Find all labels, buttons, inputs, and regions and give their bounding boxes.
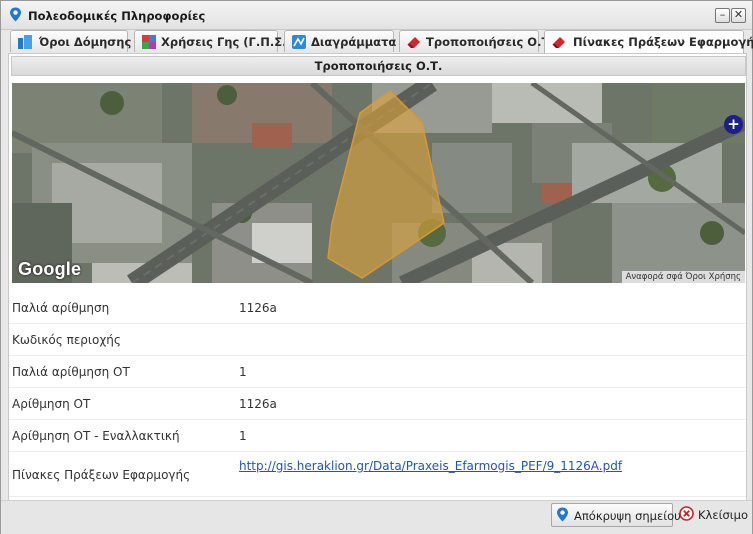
eraser-icon	[552, 35, 566, 49]
map-view[interactable]: + Google Αναφορά σφά Όροι Χρήσης	[12, 83, 745, 283]
tab-diagrams[interactable]: Διαγράμματα	[284, 30, 397, 52]
tab-bar: Όροι Δόμησης Χρήσεις Γης (Γ.Π.Σ.) Διαγρά…	[1, 30, 753, 53]
field-value: 1	[239, 365, 247, 379]
tab-building-terms[interactable]: Όροι Δόμησης	[10, 30, 132, 52]
field-value: http://gis.heraklion.gr/Data/Praxeis_Efa…	[239, 459, 622, 473]
section-title: Τροποποιήσεις Ο.Τ.	[11, 56, 746, 76]
close-window-button[interactable]: ✕	[731, 8, 746, 23]
field-label: Πίνακες Πράξεων Εφαρμογής	[12, 468, 191, 482]
details-table: Παλιά αρίθμηση 1126a Κωδικός περιοχής Πα…	[9, 292, 746, 497]
tab-label: Τροποποιήσεις Ο.Τ.	[426, 35, 554, 49]
info-window: Πολεοδομικές Πληροφορίες – ✕ Όροι Δόμηση…	[0, 0, 753, 534]
tab-label: Διαγράμματα	[311, 35, 397, 49]
location-pin-icon	[556, 507, 569, 525]
eraser-icon	[407, 35, 421, 49]
field-label: Παλιά αρίθμηση	[12, 301, 110, 315]
close-circle-icon	[679, 506, 694, 524]
map-add-button[interactable]: +	[724, 115, 743, 134]
field-value: 1126a	[239, 301, 277, 315]
button-label: Κλείσιμο	[698, 508, 748, 522]
minimize-button[interactable]: –	[715, 8, 730, 23]
tab-content-panel: Τροποποιήσεις Ο.Τ. + Google Αναφορά σφά …	[8, 53, 747, 501]
field-value: 1	[239, 429, 247, 443]
table-row: Πίνακες Πράξεων Εφαρμογής http://gis.her…	[9, 452, 746, 497]
google-logo: Google	[18, 259, 82, 279]
hide-marker-button[interactable]: Απόκρυψη σημείου	[551, 503, 681, 527]
table-row: Κωδικός περιοχής	[9, 324, 746, 356]
building-terms-icon	[18, 35, 32, 49]
location-pin-icon	[9, 7, 22, 25]
field-label: Αρίθμηση ΟΤ - Εναλλακτική	[12, 429, 180, 443]
window-title: Πολεοδομικές Πληροφορίες	[28, 9, 206, 23]
diagram-icon	[292, 35, 306, 49]
table-row: Αρίθμηση ΟΤ 1126a	[9, 388, 746, 420]
footer-bar: Απόκρυψη σημείου Κλείσιμο	[1, 500, 752, 534]
table-row: Παλιά αρίθμηση 1126a	[9, 292, 746, 324]
tab-implementation-tables[interactable]: Πίνακες Πράξεων Εφαρμογής	[544, 30, 753, 53]
map-attribution[interactable]: Αναφορά σφά Όροι Χρήσης	[621, 271, 745, 283]
satellite-map-image	[12, 83, 745, 283]
title-bar[interactable]: Πολεοδομικές Πληροφορίες – ✕	[1, 1, 752, 30]
tab-land-use[interactable]: Χρήσεις Γης (Γ.Π.Σ.)	[134, 30, 292, 52]
close-button[interactable]: Κλείσιμο	[675, 503, 748, 525]
field-value: 1126a	[239, 397, 277, 411]
pdf-link[interactable]: http://gis.heraklion.gr/Data/Praxeis_Efa…	[239, 459, 622, 473]
tab-label: Πίνακες Πράξεων Εφαρμογής	[573, 35, 753, 49]
field-label: Αρίθμηση ΟΤ	[12, 397, 91, 411]
land-use-icon	[142, 35, 156, 49]
tab-label: Χρήσεις Γης (Γ.Π.Σ.)	[161, 35, 292, 49]
button-label: Απόκρυψη σημείου	[574, 509, 681, 523]
table-row: Αρίθμηση ΟΤ - Εναλλακτική 1	[9, 420, 746, 452]
tab-ot-modifications[interactable]: Τροποποιήσεις Ο.Τ.	[399, 30, 554, 52]
tab-label: Όροι Δόμησης	[39, 35, 132, 49]
table-row: Παλιά αρίθμηση ΟΤ 1	[9, 356, 746, 388]
field-label: Παλιά αρίθμηση ΟΤ	[12, 365, 130, 379]
field-label: Κωδικός περιοχής	[12, 333, 121, 347]
